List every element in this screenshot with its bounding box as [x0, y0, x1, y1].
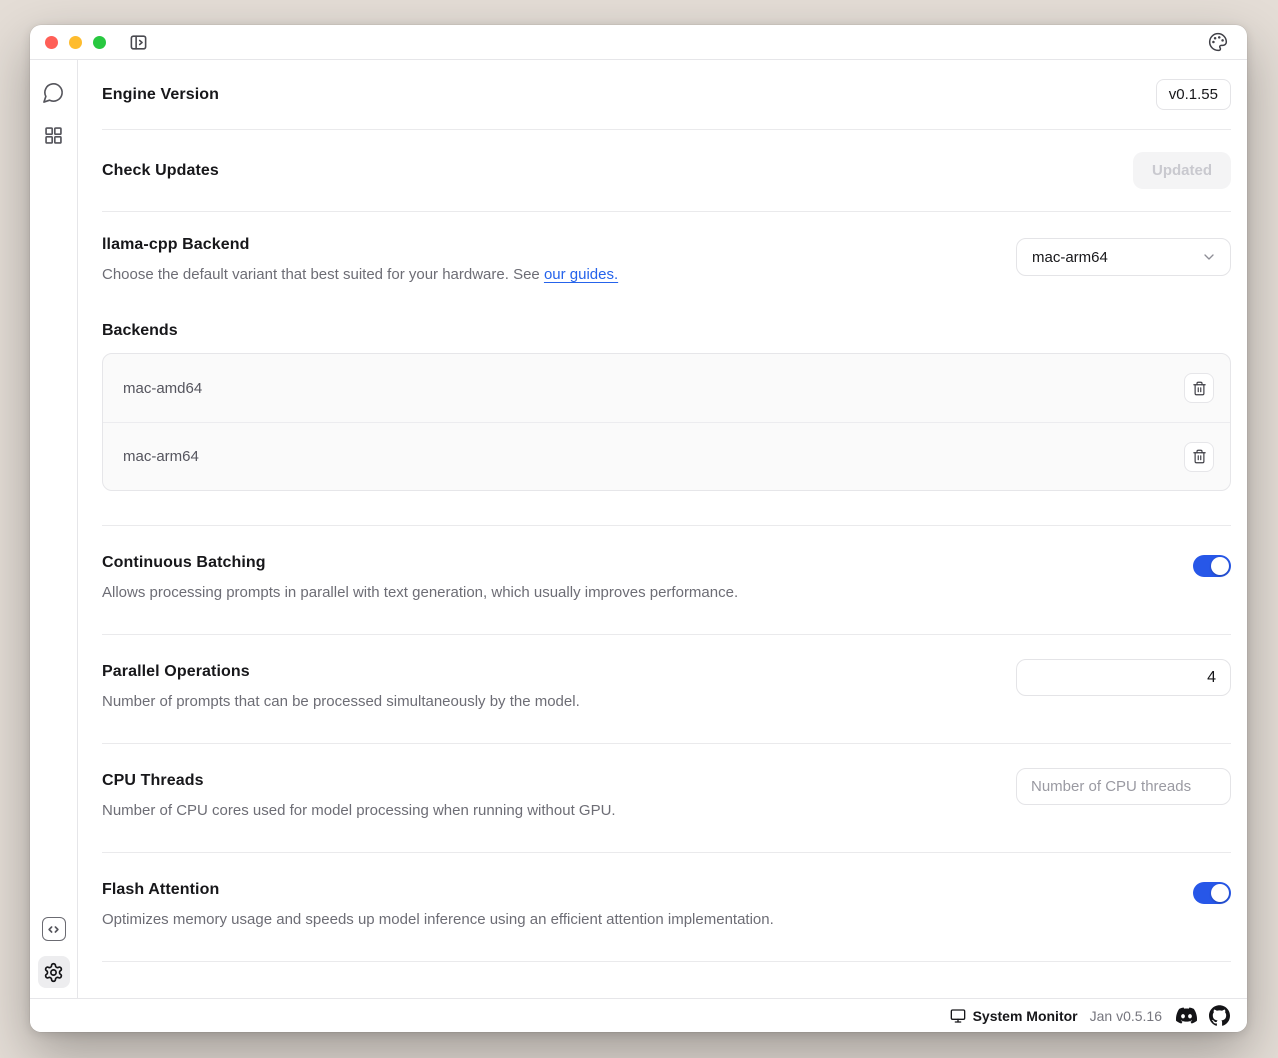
cpu-threads-text: CPU Threads Number of CPU cores used for…: [102, 772, 616, 822]
app-version: Jan v0.5.16: [1090, 1008, 1162, 1024]
check-updates-row: Check Updates Updated: [102, 130, 1231, 212]
sidebar: [30, 60, 78, 998]
engine-version-label: Engine Version: [102, 86, 219, 104]
delete-backend-button[interactable]: [1184, 442, 1214, 472]
cpu-threads-description: Number of CPU cores used for model proce…: [102, 800, 616, 822]
cpu-threads-input[interactable]: [1016, 768, 1231, 805]
flash-attention-section: Flash Attention Optimizes memory usage a…: [102, 853, 1231, 962]
flash-attention-toggle[interactable]: [1193, 882, 1231, 904]
backend-list-item: mac-arm64: [103, 422, 1230, 490]
parallel-operations-section: Parallel Operations Number of prompts th…: [102, 635, 1231, 744]
sidebar-item-local-api-server[interactable]: [42, 917, 66, 941]
palette-icon[interactable]: [1208, 32, 1228, 52]
sidebar-item-chat[interactable]: [42, 81, 65, 104]
discord-icon[interactable]: [1176, 1005, 1197, 1026]
system-monitor-button[interactable]: System Monitor: [950, 1008, 1078, 1024]
backends-list: mac-amd64 mac-arm64: [102, 353, 1231, 491]
zoom-window-button[interactable]: [93, 36, 106, 49]
backend-item-name: mac-arm64: [123, 448, 199, 465]
settings-panel: Engine Version v0.1.55 Check Updates Upd…: [78, 60, 1247, 998]
engine-version-badge: v0.1.55: [1156, 79, 1231, 110]
titlebar: [30, 25, 1247, 60]
cpu-threads-section: CPU Threads Number of CPU cores used for…: [102, 744, 1231, 853]
continuous-batching-text: Continuous Batching Allows processing pr…: [102, 554, 738, 604]
traffic-lights: [45, 36, 106, 49]
backends-label: Backends: [102, 322, 1231, 340]
code-icon: [42, 917, 66, 941]
close-window-button[interactable]: [45, 36, 58, 49]
grid-icon: [43, 125, 64, 146]
guides-link[interactable]: our guides.: [544, 266, 618, 283]
flash-attention-text: Flash Attention Optimizes memory usage a…: [102, 881, 774, 931]
continuous-batching-toggle[interactable]: [1193, 555, 1231, 577]
app-window: Engine Version v0.1.55 Check Updates Upd…: [30, 25, 1247, 1032]
backend-section: llama-cpp Backend Choose the default var…: [102, 212, 1231, 526]
backend-label: llama-cpp Backend: [102, 236, 618, 254]
monitor-icon: [950, 1008, 966, 1024]
backend-select[interactable]: mac-arm64: [1016, 238, 1231, 276]
parallel-operations-label: Parallel Operations: [102, 663, 580, 681]
cpu-threads-label: CPU Threads: [102, 772, 616, 790]
backend-select-value: mac-arm64: [1032, 249, 1108, 266]
flash-attention-label: Flash Attention: [102, 881, 774, 899]
sidebar-item-settings[interactable]: [38, 962, 70, 988]
trash-icon: [1192, 449, 1207, 464]
continuous-batching-section: Continuous Batching Allows processing pr…: [102, 526, 1231, 635]
sidebar-item-hub[interactable]: [43, 125, 64, 146]
delete-backend-button[interactable]: [1184, 373, 1214, 403]
continuous-batching-label: Continuous Batching: [102, 554, 738, 572]
github-icon[interactable]: [1209, 1005, 1230, 1026]
check-updates-button[interactable]: Updated: [1133, 152, 1231, 189]
trash-icon: [1192, 381, 1207, 396]
parallel-operations-input[interactable]: [1016, 659, 1231, 696]
flash-attention-description: Optimizes memory usage and speeds up mod…: [102, 909, 774, 931]
chevron-down-icon: [1201, 249, 1217, 265]
backend-description: Choose the default variant that best sui…: [102, 264, 618, 286]
minimize-window-button[interactable]: [69, 36, 82, 49]
backend-description-text: Choose the default variant that best sui…: [102, 266, 544, 283]
parallel-operations-description: Number of prompts that can be processed …: [102, 691, 580, 713]
backend-item-name: mac-amd64: [123, 380, 202, 397]
check-updates-label: Check Updates: [102, 162, 219, 180]
gear-icon: [38, 956, 70, 988]
status-bar: System Monitor Jan v0.5.16: [30, 998, 1247, 1032]
backend-list-item: mac-amd64: [103, 354, 1230, 422]
continuous-batching-description: Allows processing prompts in parallel wi…: [102, 582, 738, 604]
system-monitor-label: System Monitor: [973, 1008, 1078, 1024]
backend-text: llama-cpp Backend Choose the default var…: [102, 236, 618, 286]
panel-toggle-icon[interactable]: [129, 33, 148, 52]
chat-bubble-icon: [42, 81, 65, 104]
engine-version-row: Engine Version v0.1.55: [102, 60, 1231, 130]
parallel-operations-text: Parallel Operations Number of prompts th…: [102, 663, 580, 713]
